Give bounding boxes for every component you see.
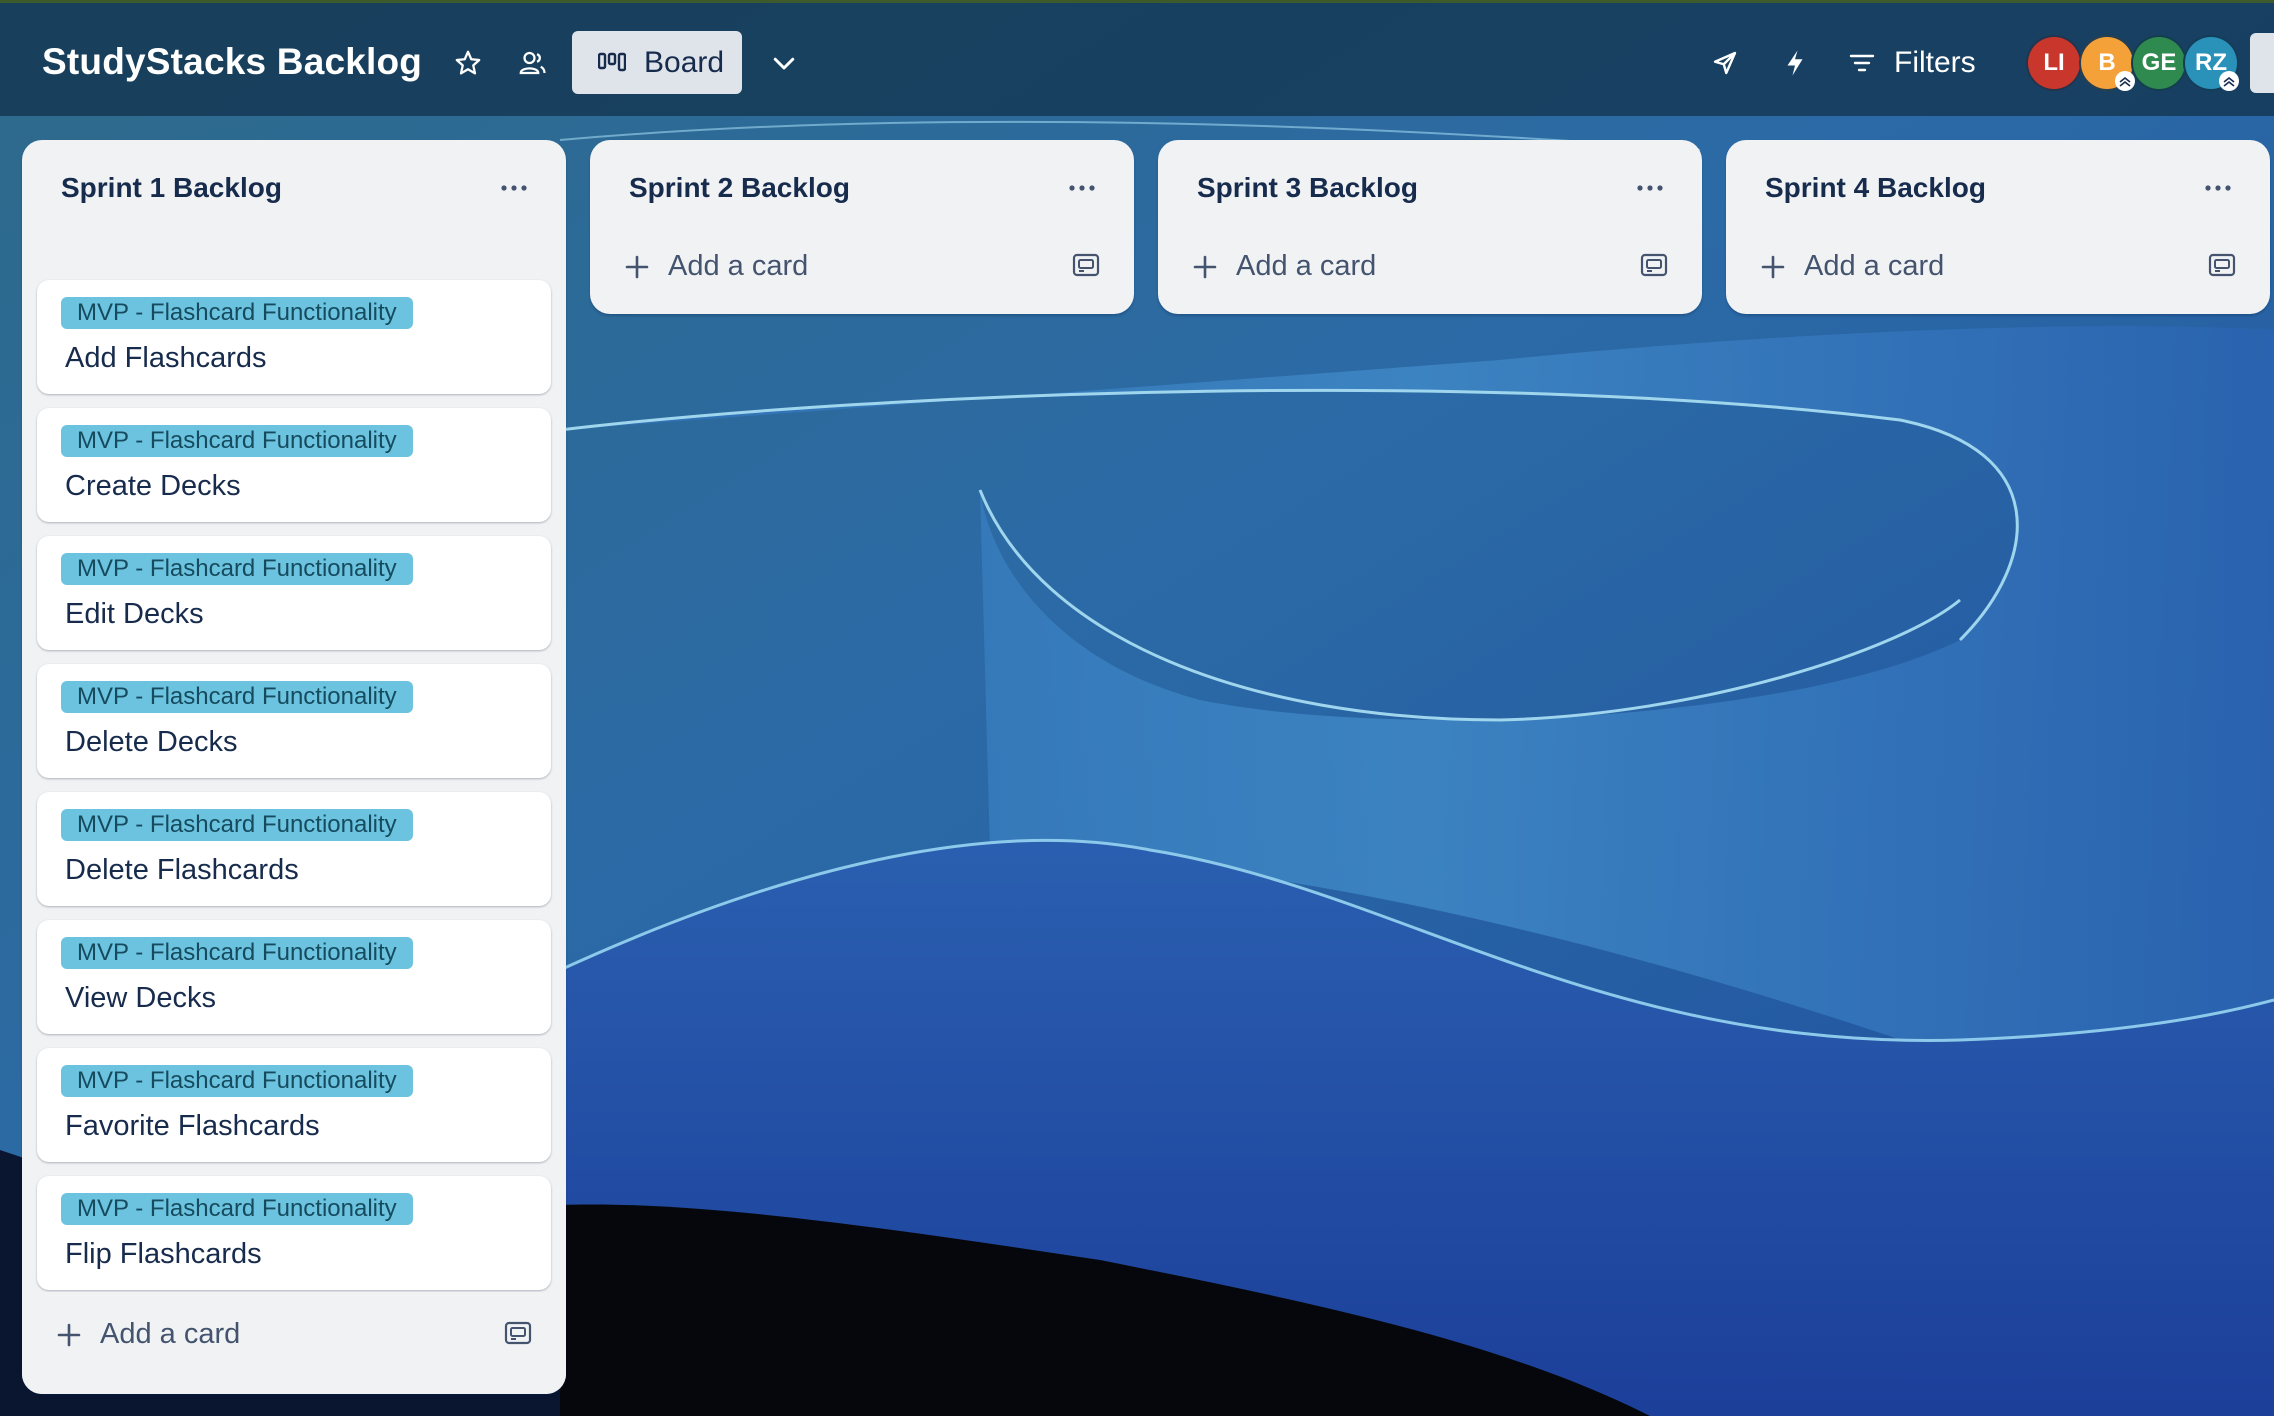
list-title[interactable]: Sprint 4 Backlog xyxy=(1765,172,1986,204)
card-title: Favorite Flashcards xyxy=(65,1110,320,1142)
list-title[interactable]: Sprint 2 Backlog xyxy=(629,172,850,204)
add-card-label: Add a card xyxy=(1236,250,1377,282)
card[interactable]: MVP - Flashcard Functionality Edit Decks xyxy=(37,536,551,650)
card-title: Edit Decks xyxy=(65,598,204,630)
card[interactable]: MVP - Flashcard Functionality Flip Flash… xyxy=(37,1176,551,1290)
list-sprint-2: Sprint 2 Backlog Add a card xyxy=(590,140,1134,314)
admin-badge-icon xyxy=(2219,71,2239,91)
member-initials: B xyxy=(2098,49,2116,76)
card-title: Create Decks xyxy=(65,470,241,502)
plus-icon xyxy=(1760,254,1786,280)
chevron-down-icon[interactable] xyxy=(762,41,806,85)
template-icon[interactable] xyxy=(1640,252,1668,278)
card-title: Add Flashcards xyxy=(65,342,267,374)
plus-icon xyxy=(1192,254,1218,280)
card[interactable]: MVP - Flashcard Functionality Favorite F… xyxy=(37,1048,551,1162)
add-card-button[interactable]: Add a card xyxy=(1192,250,1376,283)
lightning-icon[interactable] xyxy=(1773,41,1817,85)
plus-icon xyxy=(56,1322,82,1348)
board-title[interactable]: StudyStacks Backlog xyxy=(42,41,422,83)
card-label[interactable]: MVP - Flashcard Functionality xyxy=(61,681,413,713)
card-label[interactable]: MVP - Flashcard Functionality xyxy=(61,937,413,969)
more-icon[interactable] xyxy=(2198,170,2238,206)
board-header: StudyStacks Backlog Board Filters LI B G… xyxy=(0,0,2274,116)
card-label[interactable]: MVP - Flashcard Functionality xyxy=(61,809,413,841)
card-label[interactable]: MVP - Flashcard Functionality xyxy=(61,1193,413,1225)
card[interactable]: MVP - Flashcard Functionality Add Flashc… xyxy=(37,280,551,394)
card[interactable]: MVP - Flashcard Functionality View Decks xyxy=(37,920,551,1034)
more-icon[interactable] xyxy=(494,170,534,206)
filters-label: Filters xyxy=(1894,46,1976,79)
admin-badge-icon xyxy=(2115,71,2135,91)
add-card-label: Add a card xyxy=(668,250,809,282)
card-label[interactable]: MVP - Flashcard Functionality xyxy=(61,425,413,457)
card-title: View Decks xyxy=(65,982,216,1014)
star-icon[interactable] xyxy=(448,43,488,83)
card[interactable]: MVP - Flashcard Functionality Create Dec… xyxy=(37,408,551,522)
board-view-button[interactable]: Board xyxy=(572,31,742,94)
card-label[interactable]: MVP - Flashcard Functionality xyxy=(61,553,413,585)
add-card-button[interactable]: Add a card xyxy=(624,250,808,283)
people-icon[interactable] xyxy=(512,43,552,83)
card[interactable]: MVP - Flashcard Functionality Delete Dec… xyxy=(37,664,551,778)
card-title: Delete Decks xyxy=(65,726,238,758)
more-icon[interactable] xyxy=(1062,170,1102,206)
member-avatar[interactable]: LI xyxy=(2026,35,2082,91)
card-title: Flip Flashcards xyxy=(65,1238,262,1270)
board-view-label: Board xyxy=(644,45,725,79)
card-label[interactable]: MVP - Flashcard Functionality xyxy=(61,1065,413,1097)
card-list: MVP - Flashcard Functionality Add Flashc… xyxy=(22,236,566,1370)
add-card-button[interactable]: Add a card xyxy=(56,1318,240,1351)
list-sprint-4: Sprint 4 Backlog Add a card xyxy=(1726,140,2270,314)
list-footer: Add a card xyxy=(22,1292,566,1394)
plus-icon xyxy=(624,254,650,280)
member-initials: LI xyxy=(2043,49,2065,76)
member-avatar[interactable]: RZ xyxy=(2183,35,2239,91)
card-title: Delete Flashcards xyxy=(65,854,299,886)
member-avatar[interactable]: B xyxy=(2079,35,2135,91)
member-avatar[interactable]: GE xyxy=(2131,35,2187,91)
template-icon[interactable] xyxy=(504,1320,532,1346)
add-card-label: Add a card xyxy=(100,1318,241,1350)
rocket-icon[interactable] xyxy=(1703,41,1747,85)
list-title[interactable]: Sprint 3 Backlog xyxy=(1197,172,1418,204)
member-initials: GE xyxy=(2141,49,2177,76)
card[interactable]: MVP - Flashcard Functionality Delete Fla… xyxy=(37,792,551,906)
card-label[interactable]: MVP - Flashcard Functionality xyxy=(61,297,413,329)
list-sprint-3: Sprint 3 Backlog Add a card xyxy=(1158,140,1702,314)
board-view-icon xyxy=(598,52,626,74)
more-icon[interactable] xyxy=(1630,170,1670,206)
share-button[interactable] xyxy=(2250,33,2274,93)
template-icon[interactable] xyxy=(2208,252,2236,278)
list-title[interactable]: Sprint 1 Backlog xyxy=(61,172,282,204)
add-card-label: Add a card xyxy=(1804,250,1945,282)
list-sprint-1: Sprint 1 Backlog MVP - Flashcard Functio… xyxy=(22,140,566,1394)
template-icon[interactable] xyxy=(1072,252,1100,278)
filters-button[interactable]: Filters xyxy=(1848,41,1976,85)
filter-icon xyxy=(1848,51,1876,75)
add-card-button[interactable]: Add a card xyxy=(1760,250,1944,283)
